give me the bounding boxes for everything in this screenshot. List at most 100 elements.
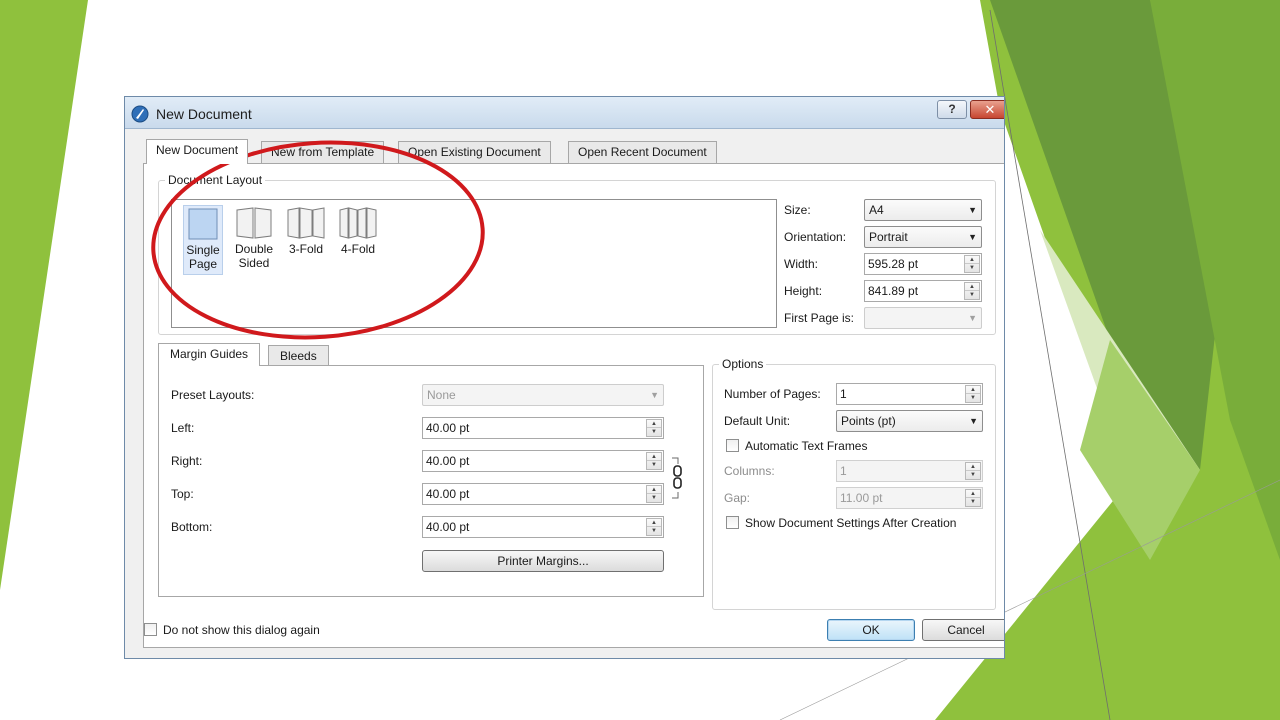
tab-open-recent-document[interactable]: Open Recent Document: [568, 141, 717, 163]
do-not-show-again-checkbox[interactable]: [144, 623, 157, 636]
number-of-pages-stepper[interactable]: ▲ ▼: [965, 385, 981, 403]
show-document-settings-option[interactable]: Show Document Settings After Creation: [726, 516, 956, 530]
layout-4-fold[interactable]: 4-Fold: [336, 205, 380, 275]
columns-stepper[interactable]: ▲ ▼: [965, 462, 981, 480]
app-logo-icon: [131, 105, 149, 123]
arrow-up-icon[interactable]: ▲: [647, 486, 661, 494]
bottom-margin-label: Bottom:: [171, 520, 213, 534]
left-margin-field[interactable]: 40.00 pt ▲ ▼: [422, 417, 664, 439]
printer-margins-button[interactable]: Printer Margins...: [422, 550, 664, 572]
default-unit-value: Points (pt): [841, 414, 896, 428]
gap-field[interactable]: 11.00 pt ▲ ▼: [836, 487, 983, 509]
options-group: Options Number of Pages: 1 ▲ ▼ Default Un…: [712, 357, 996, 610]
dialog-body: New Document New from Template Open Exis…: [125, 129, 1004, 658]
right-margin-stepper[interactable]: ▲ ▼: [646, 452, 662, 470]
new-document-panel: Document Layout Single Page Double Sided…: [143, 163, 1004, 648]
number-of-pages-label: Number of Pages:: [724, 387, 821, 401]
left-green-shape: [0, 0, 88, 590]
arrow-down-icon[interactable]: ▼: [965, 264, 979, 272]
automatic-text-frames-option[interactable]: Automatic Text Frames: [726, 439, 867, 453]
layout-label: Single: [186, 243, 220, 257]
arrow-up-icon[interactable]: ▲: [647, 519, 661, 527]
arrow-down-icon[interactable]: ▼: [647, 527, 661, 535]
right-margin-field[interactable]: 40.00 pt ▲ ▼: [422, 450, 664, 472]
arrow-down-icon[interactable]: ▼: [647, 461, 661, 469]
size-label: Size:: [784, 203, 811, 217]
arrow-up-icon[interactable]: ▲: [966, 386, 980, 394]
first-page-select[interactable]: ▼: [864, 307, 982, 329]
window-title: New Document: [156, 106, 252, 122]
chevron-down-icon: ▼: [650, 390, 659, 400]
help-button[interactable]: ?: [937, 100, 967, 119]
bottom-margin-field[interactable]: 40.00 pt ▲ ▼: [422, 516, 664, 538]
top-margin-field[interactable]: 40.00 pt ▲ ▼: [422, 483, 664, 505]
four-fold-icon: [339, 207, 377, 239]
height-label: Height:: [784, 284, 823, 298]
tab-margin-guides[interactable]: Margin Guides: [158, 343, 261, 366]
title-bar[interactable]: New Document ? ✕: [125, 97, 1004, 129]
height-stepper[interactable]: ▲ ▼: [964, 282, 980, 300]
height-field[interactable]: 841.89 pt ▲ ▼: [864, 280, 982, 302]
arrow-down-icon[interactable]: ▼: [966, 394, 980, 402]
show-document-settings-checkbox[interactable]: [726, 516, 739, 529]
arrow-down-icon[interactable]: ▼: [966, 498, 980, 506]
left-margin-stepper[interactable]: ▲ ▼: [646, 419, 662, 437]
left-margin-value: 40.00 pt: [426, 421, 470, 435]
arrow-down-icon[interactable]: ▼: [965, 291, 979, 299]
arrow-up-icon[interactable]: ▲: [647, 420, 661, 428]
tab-open-existing-document[interactable]: Open Existing Document: [398, 141, 551, 163]
layout-double-sided[interactable]: Double Sided: [232, 205, 276, 275]
preset-layouts-label: Preset Layouts:: [171, 388, 255, 402]
preset-layouts-select[interactable]: None ▼: [422, 384, 664, 406]
chevron-down-icon: ▼: [968, 313, 977, 323]
arrow-up-icon[interactable]: ▲: [965, 256, 979, 264]
default-unit-select[interactable]: Points (pt) ▼: [836, 410, 983, 432]
width-field[interactable]: 595.28 pt ▲ ▼: [864, 253, 982, 275]
ok-button[interactable]: OK: [827, 619, 915, 641]
layout-selector: Single Page Double Sided 3-Fold 4-Fold: [171, 199, 777, 328]
layout-label: Page: [188, 257, 218, 271]
height-value: 841.89 pt: [868, 284, 919, 298]
arrow-down-icon[interactable]: ▼: [647, 428, 661, 436]
orientation-select[interactable]: Portrait ▼: [864, 226, 982, 248]
do-not-show-again-label: Do not show this dialog again: [163, 623, 320, 637]
default-unit-label: Default Unit:: [724, 414, 791, 428]
gap-label: Gap:: [724, 491, 751, 505]
layout-single-page[interactable]: Single Page: [183, 205, 223, 275]
top-margin-stepper[interactable]: ▲ ▼: [646, 485, 662, 503]
show-document-settings-label: Show Document Settings After Creation: [745, 516, 957, 530]
size-value: A4: [869, 203, 884, 217]
arrow-down-icon[interactable]: ▼: [647, 494, 661, 502]
new-document-dialog: New Document ? ✕ New Document New from T…: [124, 96, 1005, 659]
automatic-text-frames-checkbox[interactable]: [726, 439, 739, 452]
number-of-pages-field[interactable]: 1 ▲ ▼: [836, 383, 983, 405]
layout-3-fold[interactable]: 3-Fold: [284, 205, 328, 275]
width-label: Width:: [784, 257, 819, 271]
top-margin-label: Top:: [171, 487, 194, 501]
close-button[interactable]: ✕: [970, 100, 1004, 119]
gap-stepper[interactable]: ▲ ▼: [965, 489, 981, 507]
orientation-value: Portrait: [869, 230, 908, 244]
columns-label: Columns:: [724, 464, 775, 478]
arrow-up-icon[interactable]: ▲: [647, 453, 661, 461]
arrow-down-icon[interactable]: ▼: [966, 471, 980, 479]
arrow-up-icon[interactable]: ▲: [966, 463, 980, 471]
layout-label: Double: [234, 242, 274, 256]
width-stepper[interactable]: ▲ ▼: [964, 255, 980, 273]
arrow-up-icon[interactable]: ▲: [965, 283, 979, 291]
layout-label: Sided: [238, 256, 270, 270]
cancel-button[interactable]: Cancel: [922, 619, 1004, 641]
do-not-show-again-option[interactable]: Do not show this dialog again: [144, 623, 320, 637]
width-value: 595.28 pt: [868, 257, 919, 271]
right-margin-label: Right:: [171, 454, 203, 468]
gap-value: 11.00 pt: [840, 491, 883, 505]
bottom-margin-stepper[interactable]: ▲ ▼: [646, 518, 662, 536]
tab-bleeds[interactable]: Bleeds: [268, 345, 329, 366]
tab-new-document[interactable]: New Document: [146, 139, 249, 164]
link-margins-icon[interactable]: [671, 456, 685, 500]
tab-new-from-template[interactable]: New from Template: [261, 141, 385, 163]
columns-field[interactable]: 1 ▲ ▼: [836, 460, 983, 482]
size-select[interactable]: A4 ▼: [864, 199, 982, 221]
document-layout-label: Document Layout: [165, 173, 266, 187]
arrow-up-icon[interactable]: ▲: [966, 490, 980, 498]
